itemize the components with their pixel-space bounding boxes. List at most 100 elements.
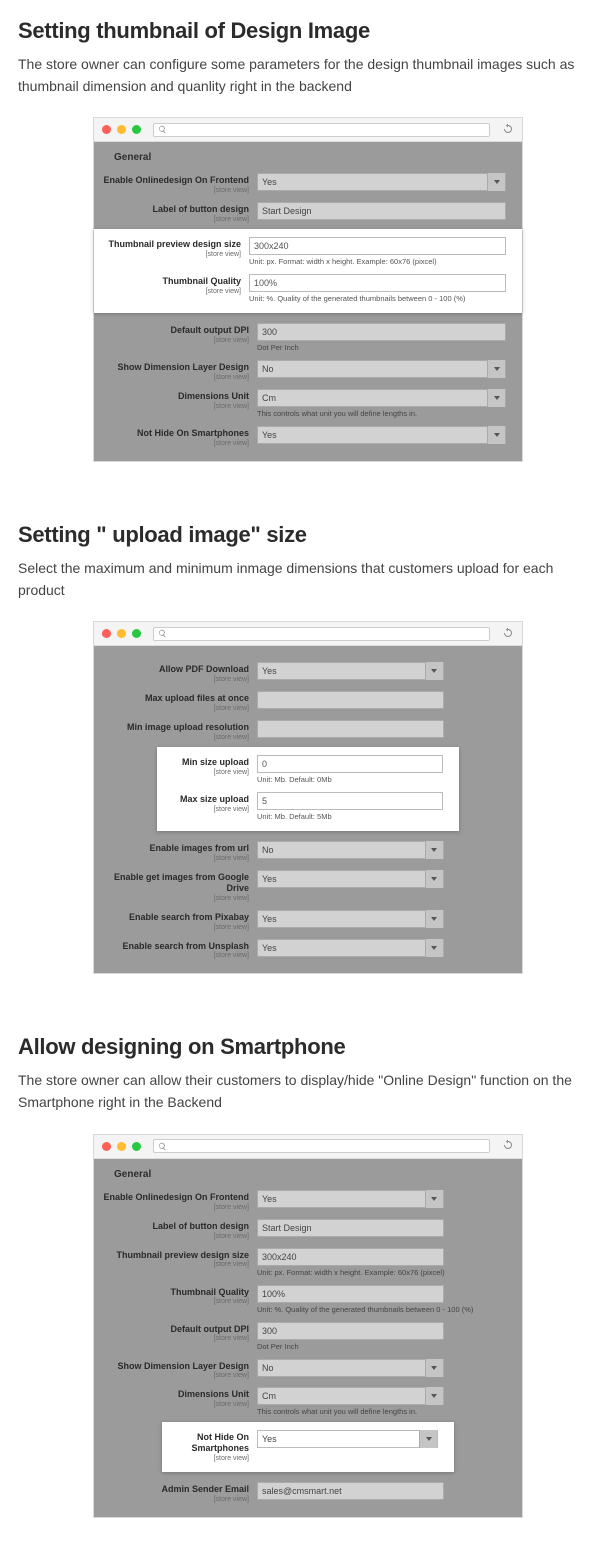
select-dimensions-unit[interactable]: Cm: [257, 389, 506, 407]
row-max-upload-files: Max upload files at once[store view]: [102, 687, 514, 716]
minimize-icon[interactable]: [117, 125, 126, 134]
chevron-down-icon: [425, 1387, 443, 1405]
section-desc: The store owner can allow their customer…: [18, 1070, 598, 1113]
row-default-dpi: Default output DPI[store view] 300Dot Pe…: [102, 319, 514, 356]
search-input[interactable]: [153, 627, 490, 641]
row-admin-email: Admin Sender Email[store view] sales@cms…: [102, 1478, 514, 1507]
select-show-dimension[interactable]: No: [257, 360, 506, 378]
chevron-down-icon: [487, 426, 505, 444]
chevron-down-icon: [487, 173, 505, 191]
input-default-dpi[interactable]: 300: [257, 323, 506, 341]
select-images-from-url[interactable]: No: [257, 841, 444, 859]
section-smartphone: Allow designing on Smartphone The store …: [18, 1034, 598, 1518]
row-min-upload-res: Min image upload resolution[store view]: [102, 716, 514, 745]
row-button-label: Label of button design[store view] Start…: [102, 1215, 514, 1244]
select-not-hide-smartphones[interactable]: Yes: [257, 1430, 438, 1448]
row-show-dimension: Show Dimension Layer Design[store view] …: [102, 1355, 514, 1384]
select-allow-pdf[interactable]: Yes: [257, 662, 444, 680]
search-icon: [158, 125, 167, 134]
input-thumbnail-quality[interactable]: 100%: [257, 1285, 444, 1303]
chevron-down-icon: [487, 360, 505, 378]
input-thumbnail-size[interactable]: 300x240: [257, 1248, 444, 1266]
refresh-icon[interactable]: [502, 1139, 514, 1153]
section-desc: Select the maximum and minimum inmage di…: [18, 558, 598, 601]
input-admin-email[interactable]: sales@cmsmart.net: [257, 1482, 444, 1500]
row-allow-pdf: Allow PDF Download[store view] Yes: [102, 658, 514, 687]
input-thumbnail-quality[interactable]: 100%: [249, 274, 506, 292]
zoom-icon[interactable]: [132, 1142, 141, 1151]
input-button-label[interactable]: Start Design: [257, 202, 506, 220]
row-not-hide-smartphones: Not Hide On Smartphones[store view] Yes: [162, 1426, 446, 1466]
chevron-down-icon: [425, 939, 443, 957]
window-titlebar: [94, 118, 522, 142]
row-thumbnail-quality: Thumbnail Quality[store view] 100% Unit:…: [94, 270, 514, 307]
chevron-down-icon: [419, 1430, 437, 1448]
select-google-drive[interactable]: Yes: [257, 870, 444, 888]
chevron-down-icon: [425, 1359, 443, 1377]
screenshot-smartphone: General Enable Onlinedesign On Frontend[…: [93, 1134, 523, 1518]
row-not-hide-smartphones: Not Hide On Smartphones[store view] Yes: [102, 422, 514, 451]
input-min-size-upload[interactable]: 0: [257, 755, 443, 773]
input-min-upload-res[interactable]: [257, 720, 444, 738]
close-icon[interactable]: [102, 125, 111, 134]
input-max-size-upload[interactable]: 5: [257, 792, 443, 810]
section-title: Allow designing on Smartphone: [18, 1034, 598, 1060]
row-dimensions-unit: Dimensions Unit[store view] CmThis contr…: [102, 385, 514, 422]
panel-header: General: [102, 1165, 514, 1186]
chevron-down-icon: [425, 662, 443, 680]
row-dimensions-unit: Dimensions Unit[store view] CmThis contr…: [102, 1383, 514, 1420]
close-icon[interactable]: [102, 629, 111, 638]
search-icon: [158, 629, 167, 638]
row-thumbnail-size: Thumbnail preview design size[store view…: [102, 1244, 514, 1281]
refresh-icon[interactable]: [502, 627, 514, 641]
highlight-size-settings: Min size upload[store view] 0Unit: Mb. D…: [157, 747, 459, 831]
select-enable-onlinedesign[interactable]: Yes: [257, 173, 506, 191]
select-not-hide-smartphones[interactable]: Yes: [257, 426, 506, 444]
window-titlebar: [94, 622, 522, 646]
panel-header: General: [102, 148, 514, 169]
minimize-icon[interactable]: [117, 629, 126, 638]
zoom-icon[interactable]: [132, 629, 141, 638]
section-thumbnail: Setting thumbnail of Design Image The st…: [18, 18, 598, 462]
row-min-size-upload: Min size upload[store view] 0Unit: Mb. D…: [157, 751, 451, 788]
search-icon: [158, 1142, 167, 1151]
minimize-icon[interactable]: [117, 1142, 126, 1151]
row-max-size-upload: Max size upload[store view] 5Unit: Mb. D…: [157, 788, 451, 825]
close-icon[interactable]: [102, 1142, 111, 1151]
row-button-label: Label of button design[store view] Start…: [102, 198, 514, 227]
select-unsplash[interactable]: Yes: [257, 939, 444, 957]
row-pixabay: Enable search from Pixabay[store view] Y…: [102, 906, 514, 935]
section-title: Setting thumbnail of Design Image: [18, 18, 598, 44]
row-show-dimension: Show Dimension Layer Design[store view] …: [102, 356, 514, 385]
select-enable-onlinedesign[interactable]: Yes: [257, 1190, 444, 1208]
refresh-icon[interactable]: [502, 123, 514, 137]
row-thumbnail-quality: Thumbnail Quality[store view] 100%Unit: …: [102, 1281, 514, 1318]
chevron-down-icon: [425, 841, 443, 859]
row-enable-onlinedesign: Enable Onlinedesign On Frontend[store vi…: [102, 169, 514, 198]
highlight-thumbnail-settings: Thumbnail preview design size[store view…: [94, 229, 522, 313]
search-input[interactable]: [153, 1139, 490, 1153]
chevron-down-icon: [487, 389, 505, 407]
chevron-down-icon: [425, 870, 443, 888]
select-dimensions-unit[interactable]: Cm: [257, 1387, 444, 1405]
screenshot-upload-size: Allow PDF Download[store view] Yes Max u…: [93, 621, 523, 974]
chevron-down-icon: [425, 1190, 443, 1208]
input-thumbnail-size[interactable]: 300x240: [249, 237, 506, 255]
section-desc: The store owner can configure some param…: [18, 54, 598, 97]
window-titlebar: [94, 1135, 522, 1159]
input-button-label[interactable]: Start Design: [257, 1219, 444, 1237]
zoom-icon[interactable]: [132, 125, 141, 134]
chevron-down-icon: [425, 910, 443, 928]
section-title: Setting " upload image" size: [18, 522, 598, 548]
select-show-dimension[interactable]: No: [257, 1359, 444, 1377]
input-max-upload-files[interactable]: [257, 691, 444, 709]
search-input[interactable]: [153, 123, 490, 137]
select-pixabay[interactable]: Yes: [257, 910, 444, 928]
input-default-dpi[interactable]: 300: [257, 1322, 444, 1340]
section-upload-size: Setting " upload image" size Select the …: [18, 522, 598, 975]
screenshot-thumbnail: General Enable Onlinedesign On Frontend[…: [93, 117, 523, 462]
highlight-smartphone-setting: Not Hide On Smartphones[store view] Yes: [162, 1422, 454, 1472]
row-images-from-url: Enable images from url[store view] No: [102, 837, 514, 866]
row-default-dpi: Default output DPI[store view] 300Dot Pe…: [102, 1318, 514, 1355]
row-unsplash: Enable search from Unsplash[store view] …: [102, 935, 514, 964]
